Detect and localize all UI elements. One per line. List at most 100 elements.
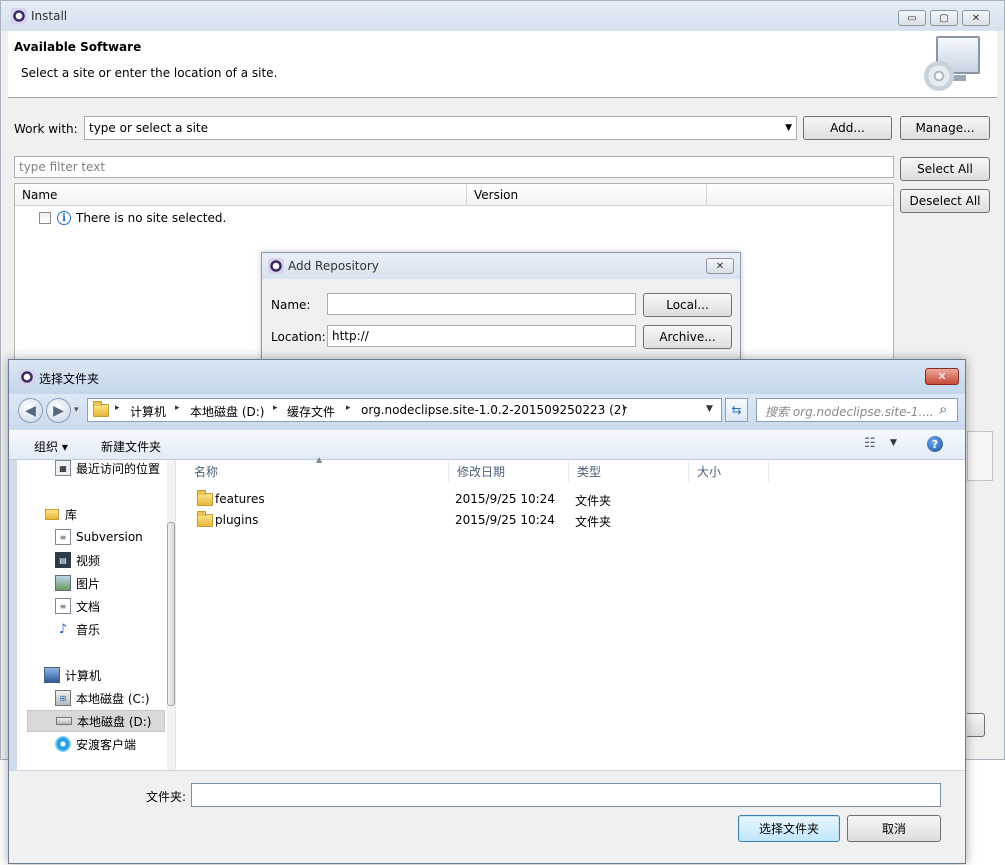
breadcrumb-separator-icon: ▸ <box>115 403 120 413</box>
folder-icon <box>197 490 213 506</box>
new-folder-button[interactable]: 新建文件夹 <box>101 438 161 455</box>
eclipse-icon <box>11 8 27 24</box>
music-icon: ♪ <box>58 621 68 637</box>
file-date: 2015/9/25 10:24 <box>455 492 555 506</box>
chooser-titlebar: 选择文件夹 ✕ <box>9 360 965 394</box>
back-button[interactable]: ◀ <box>18 398 43 423</box>
nav-label: 最近访问的位置 <box>76 461 161 476</box>
empty-message: There is no site selected. <box>76 211 227 225</box>
file-list: ▲ 名称 修改日期 类型 大小 features 2015/9/25 10:24… <box>175 455 965 770</box>
breadcrumb-current[interactable]: org.nodeclipse.site-1.0.2-201509250223 (… <box>361 403 626 417</box>
breadcrumb-computer[interactable]: 计算机 <box>130 403 166 420</box>
folder-chooser-dialog: 选择文件夹 ✕ ◀ ▶ ▾ ▸ 计算机 ▸ 本地磁盘 (D:) ▸ 缓存文件 ▸… <box>8 359 966 864</box>
search-icon[interactable]: ⌕ <box>939 400 947 418</box>
document-icon: ≡ <box>55 598 71 614</box>
breadcrumb-separator-icon: ▸ <box>346 403 351 413</box>
chooser-footer: 文件夹: 选择文件夹 取消 <box>9 770 965 863</box>
eclipse-icon <box>19 369 35 385</box>
document-icon: ≡ <box>55 529 71 545</box>
system-drive-icon: ⊞ <box>55 690 71 706</box>
list-item[interactable]: plugins 2015/9/25 10:24 文件夹 <box>176 510 756 531</box>
work-with-value: type or select a site <box>89 121 209 135</box>
add-repository-titlebar: Add Repository ✕ <box>262 253 740 279</box>
nav-label: 安渡客户端 <box>76 737 137 752</box>
chooser-title: 选择文件夹 <box>39 372 100 386</box>
row-checkbox[interactable] <box>39 212 51 224</box>
name-input[interactable] <box>327 293 636 315</box>
maximize-button[interactable]: ▢ <box>930 10 958 26</box>
folder-icon <box>93 401 109 417</box>
nav-scrollbar-thumb[interactable] <box>167 522 175 706</box>
add-button[interactable]: Add... <box>803 116 892 140</box>
add-repository-dialog: Add Repository ✕ Name: Local... Location… <box>261 252 741 360</box>
breadcrumb-separator-icon: ▸ <box>175 403 180 413</box>
close-button[interactable]: ✕ <box>962 10 990 26</box>
chevron-down-icon[interactable]: ▼ <box>785 123 792 133</box>
search-box[interactable]: 搜索 org.nodeclipse.site-1.... ⌕ <box>756 398 958 422</box>
picture-icon <box>55 575 71 591</box>
column-name[interactable]: 名称 <box>186 460 449 482</box>
add-repository-title: Add Repository <box>288 259 379 273</box>
minimize-button[interactable]: ▭ <box>898 10 926 26</box>
nav-label: 视频 <box>76 553 101 568</box>
button-fragment <box>967 713 985 737</box>
breadcrumb-cache[interactable]: 缓存文件 <box>287 403 335 420</box>
column-version[interactable]: Version <box>467 184 707 206</box>
close-button[interactable]: ✕ <box>706 258 734 274</box>
cancel-button[interactable]: 取消 <box>847 815 941 842</box>
nav-label: 文档 <box>76 599 101 614</box>
video-icon: ▤ <box>55 552 71 568</box>
local-button[interactable]: Local... <box>643 293 732 317</box>
nav-label: 音乐 <box>76 622 101 637</box>
side-panel-fragment <box>967 431 993 481</box>
help-icon[interactable]: ? <box>927 436 943 452</box>
column-name[interactable]: Name <box>15 184 467 206</box>
nav-scrollbar[interactable] <box>167 460 175 770</box>
select-all-button[interactable]: Select All <box>900 157 990 181</box>
chevron-down-icon[interactable]: ▼ <box>890 438 897 448</box>
page-subtitle: Select a site or enter the location of a… <box>21 66 278 80</box>
name-label: Name: <box>271 298 311 312</box>
forward-button[interactable]: ▶ <box>46 398 71 423</box>
column-size[interactable]: 大小 <box>689 460 769 482</box>
info-icon: i <box>57 211 71 225</box>
column-type[interactable]: 类型 <box>569 460 689 482</box>
work-with-label: Work with: <box>14 122 78 136</box>
file-type: 文件夹 <box>575 494 612 508</box>
organize-menu[interactable]: 组织 ▾ <box>34 438 68 455</box>
location-label: Location: <box>271 330 326 344</box>
recent-pages-chevron-icon[interactable]: ▾ <box>74 400 84 420</box>
address-row: ◀ ▶ ▾ ▸ 计算机 ▸ 本地磁盘 (D:) ▸ 缓存文件 ▸ org.nod… <box>9 394 965 428</box>
select-folder-button[interactable]: 选择文件夹 <box>738 815 840 842</box>
nav-item-drive-d[interactable]: 本地磁盘 (D:) <box>27 710 165 732</box>
breadcrumb-separator-icon: ▸ <box>273 403 278 413</box>
nav-label: 图片 <box>76 576 101 591</box>
file-date: 2015/9/25 10:24 <box>455 513 555 527</box>
address-bar[interactable]: ▸ 计算机 ▸ 本地磁盘 (D:) ▸ 缓存文件 ▸ org.nodeclips… <box>87 398 722 422</box>
location-input[interactable] <box>327 325 636 347</box>
breadcrumb-drive-d[interactable]: 本地磁盘 (D:) <box>190 403 264 420</box>
work-with-combo[interactable]: type or select a site ▼ <box>84 116 797 140</box>
file-type: 文件夹 <box>575 515 612 529</box>
nav-label: Subversion <box>76 530 143 544</box>
folder-input[interactable] <box>191 783 941 807</box>
archive-button[interactable]: Archive... <box>643 325 732 349</box>
list-item[interactable]: features 2015/9/25 10:24 文件夹 <box>176 489 756 510</box>
monitor-stand-icon <box>952 75 966 81</box>
chevron-down-icon[interactable]: ▼ <box>706 404 713 414</box>
manage-button[interactable]: Manage... <box>900 116 990 140</box>
deselect-all-button[interactable]: Deselect All <box>900 189 990 213</box>
folder-label: 文件夹: <box>146 790 187 804</box>
refresh-button[interactable]: ⇆ <box>725 398 748 422</box>
filter-input[interactable] <box>14 156 894 178</box>
close-button[interactable]: ✕ <box>925 368 959 385</box>
navigation-pane: ▦ 最近访问的位置 库 ≡ Subversion ▤ 视频 图片 ≡ 文档 ♪ … <box>17 460 175 770</box>
anyshare-icon <box>55 736 71 752</box>
column-modified[interactable]: 修改日期 <box>449 460 569 482</box>
drive-icon <box>56 717 72 725</box>
computer-icon <box>44 667 60 683</box>
chooser-toolbar: 组织 ▾ 新建文件夹 ☷ ▼ ? <box>9 430 965 460</box>
file-name: plugins <box>215 513 259 527</box>
view-options-icon[interactable]: ☷ <box>864 436 876 451</box>
file-name: features <box>215 492 265 506</box>
